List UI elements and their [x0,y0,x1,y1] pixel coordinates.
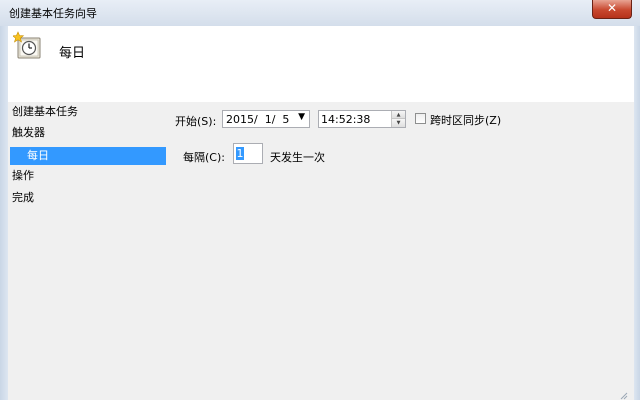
step-trigger[interactable]: 触发器 [12,124,45,142]
wizard-header: 每日 [8,26,634,102]
step-daily[interactable]: 每日 [10,147,166,165]
spin-up-icon[interactable]: ▲ [392,111,405,119]
time-spin-buttons: ▲ ▼ [391,111,405,127]
recur-label: 每隔(C): [183,151,225,164]
window-frame-right [634,26,640,400]
resize-grip-icon[interactable] [620,392,628,400]
step-finish[interactable]: 完成 [12,189,34,207]
clock-schedule-icon [13,31,41,59]
sync-timezones-label[interactable]: 跨时区同步(Z) [430,112,501,128]
window-frame-left [0,26,8,400]
recur-interval-value: 1 [236,147,244,160]
start-date-value: 2015/ 1/ 5 [226,113,290,126]
close-button[interactable]: ✕ [592,0,632,19]
recur-interval-input[interactable]: 1 [233,143,263,164]
window-title: 创建基本任务向导 [9,7,97,20]
page-title: 每日 [59,46,86,61]
sync-timezones-checkbox[interactable] [415,113,426,124]
start-label: 开始(S): [175,115,217,128]
spin-down-icon[interactable]: ▼ [392,119,405,127]
dropdown-arrow-icon[interactable]: ▼ [298,112,305,122]
recur-suffix: 天发生一次 [270,151,325,164]
wizard-content: 创建基本任务 触发器 每日 操作 完成 开始(S): 2015/ 1/ 5 ▼ … [8,102,634,400]
start-time-value: 14:52:38 [321,113,371,126]
start-date-picker[interactable]: 2015/ 1/ 5 ▼ [222,110,310,128]
close-icon: ✕ [606,1,618,15]
title-bar[interactable]: 创建基本任务向导 ✕ [0,0,640,27]
step-create-basic-task[interactable]: 创建基本任务 [12,103,78,121]
start-time-spinner[interactable]: 14:52:38 ▲ ▼ [318,110,406,128]
step-action[interactable]: 操作 [12,167,34,185]
